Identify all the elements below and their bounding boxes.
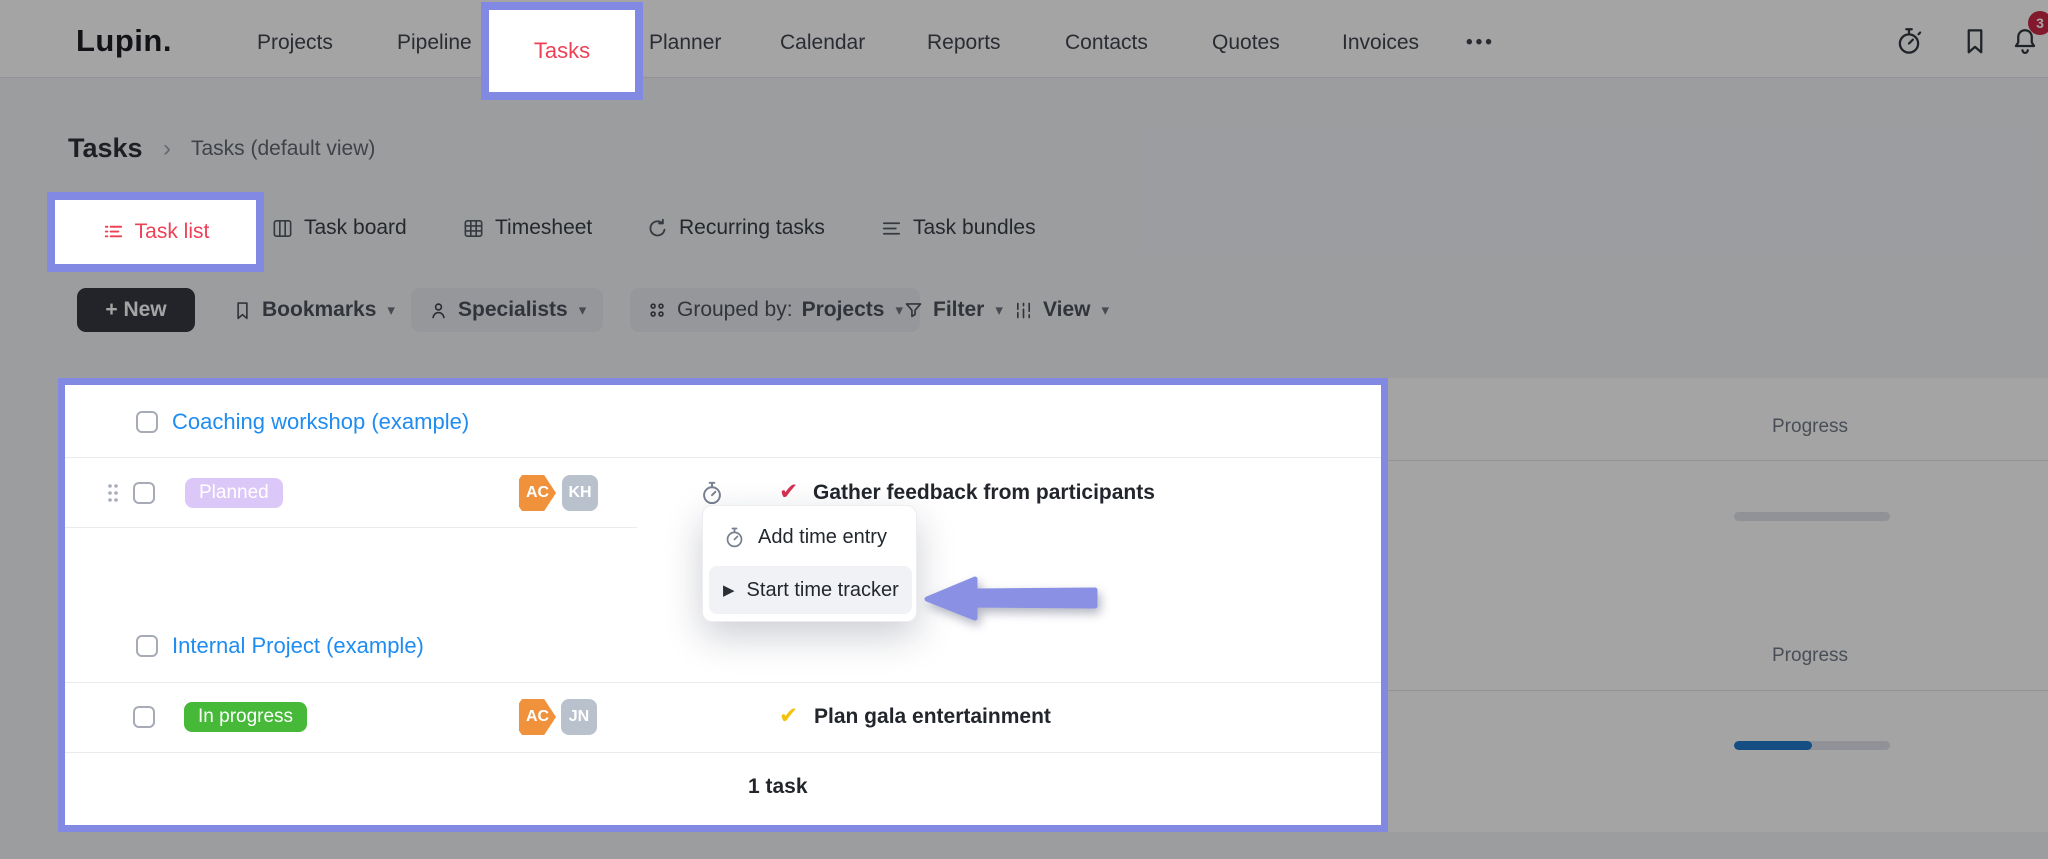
- nav-item-tasks-highlighted[interactable]: Tasks: [481, 2, 643, 100]
- divider: [65, 457, 1381, 458]
- menu-item-start-time-tracker[interactable]: ▶ Start time tracker: [709, 566, 912, 614]
- status-badge[interactable]: In progress: [184, 702, 308, 732]
- task-title[interactable]: Gather feedback from participants: [813, 481, 1155, 505]
- avatar: AC: [519, 699, 556, 735]
- annotation-arrow: [923, 575, 1103, 626]
- stopwatch-icon: [726, 527, 743, 547]
- task-title[interactable]: Plan gala entertainment: [814, 705, 1051, 729]
- status-badge[interactable]: Planned: [185, 478, 283, 508]
- priority-check-icon: ✔: [779, 702, 799, 728]
- task-checkbox[interactable]: [133, 482, 155, 504]
- project-link[interactable]: Internal Project (example): [172, 633, 424, 659]
- play-icon: ▶: [723, 582, 735, 599]
- avatar: KH: [562, 475, 598, 511]
- priority-check-icon: ✔: [779, 478, 799, 504]
- tab-label: Task list: [134, 220, 210, 243]
- divider: [65, 752, 1381, 753]
- tab-task-list-active[interactable]: Task list: [47, 192, 264, 272]
- menu-item-add-time-entry[interactable]: Add time entry: [709, 513, 912, 561]
- menu-item-label: Add time entry: [758, 525, 887, 548]
- project-checkbox[interactable]: [136, 411, 158, 433]
- time-tracking-context-menu: Add time entry ▶ Start time tracker: [702, 505, 917, 622]
- project-checkbox[interactable]: [136, 635, 158, 657]
- menu-item-label: Start time tracker: [746, 578, 899, 601]
- task-checkbox[interactable]: [133, 706, 155, 728]
- project-link[interactable]: Coaching workshop (example): [172, 409, 469, 435]
- drag-handle-icon[interactable]: [106, 483, 120, 508]
- task-count: 1 task: [748, 775, 808, 798]
- avatar: JN: [561, 699, 597, 735]
- divider: [65, 527, 637, 528]
- task-table-highlighted: Coaching workshop (example) Planned AC K…: [58, 378, 1388, 832]
- avatar: AC: [519, 475, 556, 511]
- stopwatch-icon[interactable]: [699, 480, 725, 506]
- divider: [65, 682, 1381, 683]
- task-list-icon: [104, 225, 122, 237]
